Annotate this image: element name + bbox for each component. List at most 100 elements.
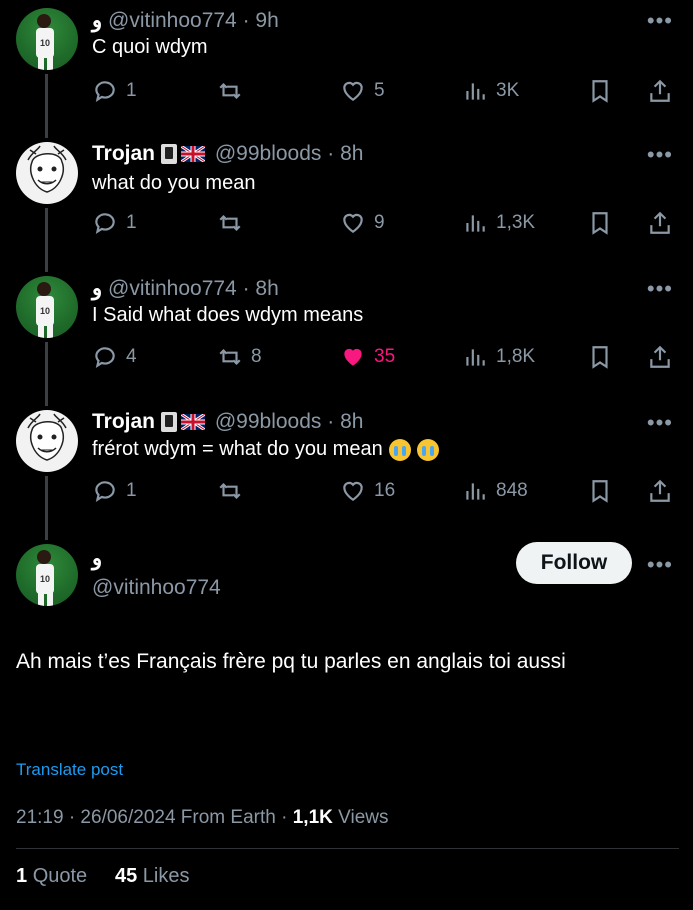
bookmark-button[interactable]: [587, 208, 613, 238]
views-button[interactable]: 1,8K: [462, 342, 535, 372]
like-button[interactable]: 9: [340, 208, 385, 238]
tweet-1[interactable]: 10 و @vitinhoo774 · 9h ••• C quoi wdym 1…: [0, 8, 693, 128]
like-count: 5: [374, 80, 385, 101]
views-button[interactable]: 3K: [462, 76, 519, 106]
more-options-icon[interactable]: •••: [647, 410, 673, 436]
author-handle[interactable]: @vitinhoo774: [108, 277, 237, 300]
bookmark-button[interactable]: [587, 342, 613, 372]
likes-label: Likes: [142, 865, 190, 887]
playing-card-icon: [161, 412, 178, 433]
share-button[interactable]: [647, 476, 673, 506]
reply-count: 1: [126, 212, 137, 233]
uk-flag-icon: [181, 146, 206, 163]
tweet-3[interactable]: 10 و @vitinhoo774 · 8h ••• I Said what d…: [0, 276, 693, 396]
more-options-icon[interactable]: •••: [647, 276, 673, 302]
more-options-icon[interactable]: •••: [647, 142, 673, 168]
tweet-text: what do you mean: [92, 172, 256, 194]
repost-button[interactable]: [217, 208, 251, 238]
tweet-header: Trojan @99bloods · 8h: [92, 142, 364, 165]
more-options-icon[interactable]: •••: [647, 552, 673, 578]
svg-text:10: 10: [40, 306, 50, 316]
heart-icon: [343, 481, 363, 501]
divider: [16, 848, 679, 849]
analytics-icon: [466, 215, 485, 232]
heart-icon: [343, 81, 363, 101]
author-name[interactable]: و: [92, 9, 102, 32]
tweet-time[interactable]: 8h: [255, 277, 278, 300]
author-handle[interactable]: @99bloods: [215, 410, 322, 433]
joker-avatar[interactable]: [16, 410, 78, 472]
like-button[interactable]: 35: [340, 342, 395, 372]
like-count: 35: [374, 346, 396, 367]
author-name[interactable]: و: [92, 277, 102, 300]
author-name[interactable]: Trojan: [92, 410, 155, 433]
repost-button[interactable]: 8: [217, 342, 262, 372]
tweet-text: C quoi wdym: [92, 36, 208, 58]
tweet-header: Trojan @99bloods · 8h: [92, 410, 364, 433]
tweet-2[interactable]: Trojan @99bloods · 8h ••• what do you me…: [0, 142, 693, 262]
repost-icon: [219, 214, 241, 232]
author-name[interactable]: و: [92, 546, 102, 571]
svg-text:10: 10: [40, 38, 50, 48]
quotes-stat[interactable]: 1 Quote: [16, 865, 87, 887]
reply-icon: [95, 481, 115, 502]
share-icon: [650, 345, 670, 368]
views-button[interactable]: 1,3K: [462, 208, 535, 238]
like-button[interactable]: 5: [340, 76, 385, 106]
tweet-metadata: 21:19 · 26/06/2024 From Earth · 1,1K Vie…: [16, 807, 388, 829]
follow-button[interactable]: Follow: [516, 542, 632, 584]
player-avatar[interactable]: 10: [16, 544, 78, 606]
repost-count: 8: [251, 346, 262, 367]
translate-post-link[interactable]: Translate post: [16, 760, 123, 780]
share-button[interactable]: [647, 208, 673, 238]
bookmark-button[interactable]: [587, 76, 613, 106]
author-handle[interactable]: @vitinhoo774: [92, 576, 221, 600]
reply-button[interactable]: 1: [92, 476, 137, 506]
tweet-actions: 4 8 35 1,8K: [92, 342, 682, 372]
likes-count: 45: [114, 865, 138, 887]
reply-button[interactable]: 1: [92, 208, 137, 238]
author-handle[interactable]: @vitinhoo774: [108, 9, 237, 32]
analytics-icon: [466, 483, 485, 500]
quotes-label: Quote: [32, 865, 88, 887]
bookmark-icon: [592, 80, 608, 103]
uk-flag-icon: [181, 414, 206, 431]
reply-icon: [95, 81, 115, 102]
like-button[interactable]: 16: [340, 476, 395, 506]
tweet-actions: 1 5 3K: [92, 76, 682, 106]
tweet-time[interactable]: 9h: [255, 9, 278, 32]
views-count: 3K: [496, 80, 520, 101]
repost-button[interactable]: [217, 476, 251, 506]
tweet-time[interactable]: 8h: [340, 142, 363, 165]
share-button[interactable]: [647, 76, 673, 106]
more-options-icon[interactable]: •••: [647, 8, 673, 34]
tweet-time[interactable]: 8h: [340, 410, 363, 433]
player-avatar[interactable]: 10: [16, 8, 78, 70]
bookmark-button[interactable]: [587, 476, 613, 506]
share-icon: [650, 79, 670, 102]
like-count: 9: [374, 212, 385, 233]
like-count: 16: [374, 480, 396, 501]
bookmark-icon: [592, 480, 608, 503]
joker-avatar[interactable]: [16, 142, 78, 204]
repost-button[interactable]: [217, 76, 251, 106]
tweet-4[interactable]: Trojan @99bloods · 8h ••• frérot wdym = …: [0, 410, 693, 530]
share-icon: [650, 211, 670, 234]
tweet-actions: 1 9 1,3K: [92, 208, 682, 238]
author-handle[interactable]: @99bloods: [215, 142, 322, 165]
reply-button[interactable]: 4: [92, 342, 137, 372]
repost-icon: [219, 348, 241, 366]
repost-icon: [219, 482, 241, 500]
reply-button[interactable]: 1: [92, 76, 137, 106]
loudly-crying-face-icon: [416, 438, 439, 461]
player-avatar[interactable]: 10: [16, 276, 78, 338]
share-button[interactable]: [647, 342, 673, 372]
bookmark-icon: [592, 346, 608, 369]
likes-stat[interactable]: 45 Likes: [115, 865, 190, 887]
views-count: 1,8K: [496, 346, 536, 367]
views-count: 1,3K: [496, 212, 536, 233]
author-name[interactable]: Trojan: [92, 142, 155, 165]
timestamp[interactable]: 21:19 · 26/06/2024 From Earth ·: [16, 807, 293, 828]
tweet-actions: 1 16 848: [92, 476, 682, 506]
views-button[interactable]: 848: [462, 476, 528, 506]
